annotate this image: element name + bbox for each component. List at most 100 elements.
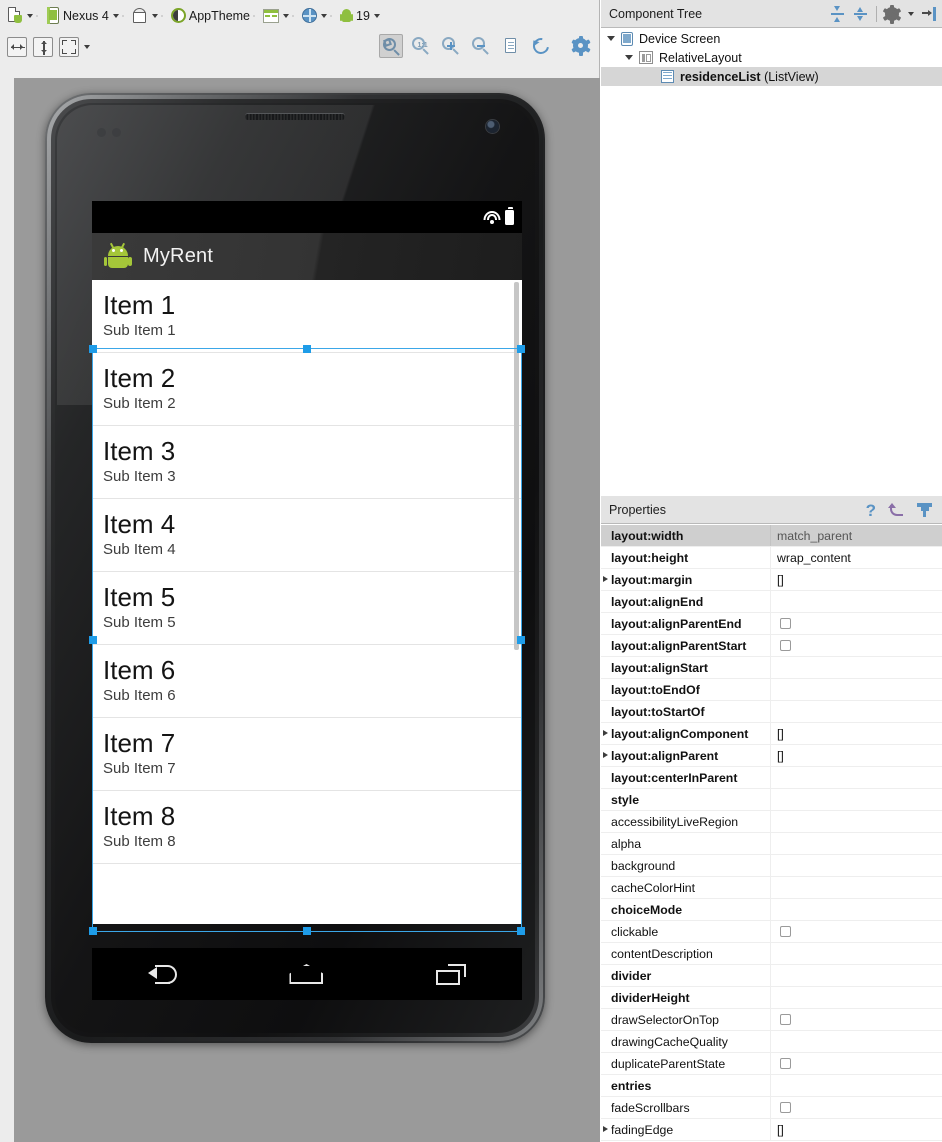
- property-value[interactable]: []: [771, 723, 942, 744]
- property-row[interactable]: fadeScrollbars: [601, 1097, 942, 1119]
- property-value[interactable]: [771, 635, 942, 656]
- settings-gear-icon[interactable]: [882, 4, 902, 24]
- properties-grid[interactable]: layout:width match_parent layout:height wra…: [601, 525, 942, 1142]
- property-value[interactable]: match_parent: [771, 525, 942, 546]
- property-row[interactable]: contentDescription: [601, 943, 942, 965]
- theme-selector[interactable]: AppTheme: [168, 4, 253, 28]
- distribute-horizontal-button[interactable]: [7, 36, 27, 57]
- residence-list[interactable]: Item 1 Sub Item 1 Item 2 Sub Item 2 Item…: [92, 280, 522, 924]
- property-row[interactable]: layout:toStartOf: [601, 701, 942, 723]
- api-level-selector[interactable]: 19: [337, 4, 383, 28]
- chevron-down-icon[interactable]: [908, 12, 914, 16]
- property-value[interactable]: [771, 657, 942, 678]
- property-checkbox[interactable]: [780, 1102, 791, 1113]
- property-checkbox[interactable]: [780, 1058, 791, 1069]
- list-item[interactable]: Item 5 Sub Item 5: [92, 572, 522, 645]
- property-checkbox[interactable]: [780, 926, 791, 937]
- list-item[interactable]: Item 3 Sub Item 3: [92, 426, 522, 499]
- property-checkbox[interactable]: [780, 618, 791, 629]
- property-value[interactable]: [771, 591, 942, 612]
- property-row[interactable]: layout:width match_parent: [601, 525, 942, 547]
- property-row[interactable]: alpha: [601, 833, 942, 855]
- tree-node-residence-list[interactable]: residenceList (ListView): [601, 67, 942, 86]
- property-row[interactable]: layout:alignParent []: [601, 745, 942, 767]
- zoom-actual-size-button[interactable]: 1:1: [409, 34, 433, 58]
- property-row[interactable]: divider: [601, 965, 942, 987]
- undo-icon[interactable]: [888, 502, 905, 518]
- list-item[interactable]: Item 8 Sub Item 8: [92, 791, 522, 864]
- property-value[interactable]: [771, 701, 942, 722]
- property-value[interactable]: [771, 1053, 942, 1074]
- property-value[interactable]: [771, 767, 942, 788]
- property-checkbox[interactable]: [780, 640, 791, 651]
- tree-node-relative-layout[interactable]: RelativeLayout: [601, 48, 942, 67]
- locale-selector[interactable]: [299, 4, 330, 28]
- chevron-right-icon[interactable]: [603, 730, 608, 736]
- list-scrollbar[interactable]: [514, 282, 519, 650]
- property-row[interactable]: drawingCacheQuality: [601, 1031, 942, 1053]
- property-value[interactable]: [771, 855, 942, 876]
- property-row[interactable]: choiceMode: [601, 899, 942, 921]
- property-value[interactable]: []: [771, 1119, 942, 1140]
- tree-node-device-screen[interactable]: Device Screen: [601, 29, 942, 48]
- property-row[interactable]: layout:centerInParent: [601, 767, 942, 789]
- render-settings-button[interactable]: [569, 34, 593, 58]
- property-row[interactable]: fadingEdge []: [601, 1119, 942, 1141]
- activity-selector[interactable]: [260, 4, 292, 28]
- property-row[interactable]: style: [601, 789, 942, 811]
- property-row[interactable]: dividerHeight: [601, 987, 942, 1009]
- property-checkbox[interactable]: [780, 1014, 791, 1025]
- home-icon[interactable]: [289, 964, 324, 984]
- help-icon[interactable]: ?: [866, 502, 876, 519]
- property-value[interactable]: [771, 943, 942, 964]
- property-row[interactable]: entries: [601, 1075, 942, 1097]
- chevron-right-icon[interactable]: [603, 576, 608, 582]
- property-value[interactable]: [771, 613, 942, 634]
- distribute-vertical-button[interactable]: [33, 36, 53, 57]
- back-icon[interactable]: [148, 964, 178, 984]
- device-selector[interactable]: Nexus 4: [43, 4, 122, 28]
- refresh-render-button[interactable]: [529, 34, 553, 58]
- property-value[interactable]: [771, 679, 942, 700]
- property-value[interactable]: [771, 1075, 942, 1096]
- property-value[interactable]: []: [771, 745, 942, 766]
- list-item[interactable]: Item 4 Sub Item 4: [92, 499, 522, 572]
- expand-all-icon[interactable]: [830, 6, 845, 22]
- recents-icon[interactable]: [435, 963, 466, 985]
- property-row[interactable]: background: [601, 855, 942, 877]
- property-row[interactable]: clickable: [601, 921, 942, 943]
- zoom-to-fit-button[interactable]: [379, 34, 403, 58]
- chevron-right-icon[interactable]: [603, 1126, 608, 1132]
- property-value[interactable]: [771, 1031, 942, 1052]
- property-value[interactable]: [771, 921, 942, 942]
- zoom-out-button[interactable]: [469, 34, 493, 58]
- property-value[interactable]: [771, 1009, 942, 1030]
- chevron-expanded-icon[interactable]: [607, 36, 615, 41]
- list-item[interactable]: Item 6 Sub Item 6: [92, 645, 522, 718]
- property-value[interactable]: [771, 811, 942, 832]
- list-item[interactable]: Item 1 Sub Item 1: [92, 280, 522, 353]
- filter-icon[interactable]: [917, 503, 932, 517]
- property-value[interactable]: [771, 965, 942, 986]
- property-row[interactable]: layout:alignParentStart: [601, 635, 942, 657]
- collapse-all-icon[interactable]: [853, 6, 868, 22]
- property-row[interactable]: layout:alignComponent []: [601, 723, 942, 745]
- zoom-in-button[interactable]: [439, 34, 463, 58]
- show-xml-button[interactable]: [499, 34, 523, 58]
- hide-panel-icon[interactable]: [922, 7, 936, 21]
- property-row[interactable]: layout:alignParentEnd: [601, 613, 942, 635]
- property-row[interactable]: layout:alignStart: [601, 657, 942, 679]
- property-row[interactable]: layout:height wrap_content: [601, 547, 942, 569]
- property-value[interactable]: [771, 789, 942, 810]
- preview-canvas[interactable]: MyRent Item 1 Sub Item 1 Item 2 Sub Item…: [14, 78, 600, 1142]
- expand-layout-button[interactable]: [59, 36, 79, 57]
- chevron-down-icon[interactable]: [84, 44, 90, 49]
- property-row[interactable]: layout:margin []: [601, 569, 942, 591]
- property-value[interactable]: [771, 833, 942, 854]
- list-item[interactable]: Item 7 Sub Item 7: [92, 718, 522, 791]
- chevron-expanded-icon[interactable]: [625, 55, 633, 60]
- property-value[interactable]: [771, 987, 942, 1008]
- component-tree[interactable]: Device Screen RelativeLayout residenceLi…: [601, 29, 942, 496]
- property-row[interactable]: duplicateParentState: [601, 1053, 942, 1075]
- property-row[interactable]: cacheColorHint: [601, 877, 942, 899]
